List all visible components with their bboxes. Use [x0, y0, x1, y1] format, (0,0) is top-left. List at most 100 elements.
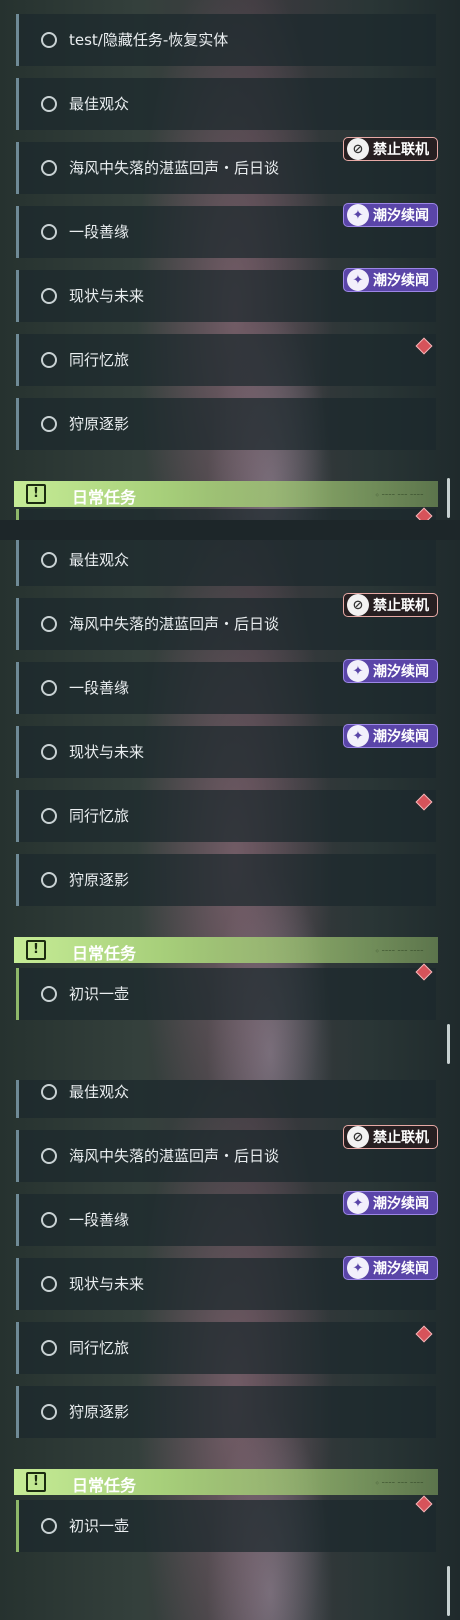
quest-row-hunt-shadow[interactable]: 狩原逐影	[16, 398, 436, 450]
daily-quests-title: 日常任务	[72, 944, 137, 963]
header-decoration: ◇ ━━━━ ━━━ ━━━━	[375, 948, 424, 953]
quest-panel-3: 最佳观众 海风中失落的湛蓝回声・后日谈 一段善缘 现状与未来 同行忆旅 狩原逐影…	[0, 1080, 460, 1620]
quest-status-circle-icon	[41, 1148, 57, 1164]
scrollbar-thumb[interactable]	[447, 1566, 450, 1616]
quest-status-circle-icon	[41, 1276, 57, 1292]
tide-story-label: 潮汐续闻	[373, 729, 429, 745]
no-multiplayer-tag: ⊘ 禁止联机	[343, 137, 438, 161]
quest-title: 海风中失落的湛蓝回声・后日谈	[69, 159, 280, 177]
quest-row-hunt-shadow[interactable]: 狩原逐影	[16, 1386, 436, 1438]
quest-status-circle-icon	[41, 352, 57, 368]
quest-title: 现状与未来	[69, 287, 145, 305]
tide-story-icon: ✦	[347, 1257, 369, 1279]
quest-row-best-audience[interactable]: 最佳观众	[16, 1080, 436, 1118]
no-multiplayer-label: 禁止联机	[373, 598, 429, 614]
quest-title: 一段善缘	[69, 679, 130, 697]
quest-row-travel-memory[interactable]: 同行忆旅	[16, 790, 436, 842]
quest-title: 同行忆旅	[69, 1339, 130, 1357]
quest-title: 最佳观众	[69, 1083, 130, 1101]
header-decoration: ◇ ━━━━ ━━━ ━━━━	[375, 492, 424, 497]
quest-status-circle-icon	[41, 1340, 57, 1356]
daily-quests-header[interactable]: ! 日常任务 ◇ ━━━━ ━━━ ━━━━	[14, 481, 438, 507]
tide-story-label: 潮汐续闻	[373, 1261, 429, 1277]
quest-status-circle-icon	[41, 96, 57, 112]
quest-row-first-pot[interactable]: 初识一壶	[16, 968, 436, 1020]
no-multiplayer-icon: ⊘	[347, 1126, 369, 1148]
quest-status-circle-icon	[41, 1084, 57, 1100]
quest-status-circle-icon	[41, 680, 57, 696]
no-multiplayer-label: 禁止联机	[373, 1130, 429, 1146]
quest-title: 海风中失落的湛蓝回声・后日谈	[69, 1147, 280, 1165]
quest-status-circle-icon	[41, 552, 57, 568]
quest-title: 一段善缘	[69, 223, 130, 241]
quest-status-circle-icon	[41, 160, 57, 176]
quest-status-circle-icon	[41, 616, 57, 632]
quest-row-travel-memory[interactable]: 同行忆旅	[16, 1322, 436, 1374]
tide-story-label: 潮汐续闻	[373, 273, 429, 289]
quest-status-circle-icon	[41, 224, 57, 240]
quest-title: 初识一壶	[69, 1517, 130, 1535]
quest-title: 狩原逐影	[69, 1403, 130, 1421]
quest-status-circle-icon	[41, 288, 57, 304]
tide-story-tag: ✦ 潮汐续闻	[343, 1191, 438, 1215]
quest-panel-2: 最佳观众 海风中失落的湛蓝回声・后日谈 一段善缘 现状与未来 同行忆旅 狩原逐影…	[0, 540, 460, 1080]
header-decoration: ◇ ━━━━ ━━━ ━━━━	[375, 1480, 424, 1485]
quest-row-best-audience[interactable]: 最佳观众	[16, 78, 436, 130]
quest-row-travel-memory[interactable]: 同行忆旅	[16, 334, 436, 386]
daily-quests-title: 日常任务	[72, 488, 137, 507]
no-multiplayer-label: 禁止联机	[373, 142, 429, 158]
quest-row-first-pot[interactable]: 初识一壶	[16, 1500, 436, 1552]
quest-title: 同行忆旅	[69, 807, 130, 825]
quest-status-circle-icon	[41, 1518, 57, 1534]
quest-title: 最佳观众	[69, 551, 130, 569]
quest-panel-1: test/隐藏任务-恢复实体 最佳观众 海风中失落的湛蓝回声・后日谈 一段善缘 …	[0, 0, 460, 520]
daily-quests-title: 日常任务	[72, 1476, 137, 1495]
tide-story-icon: ✦	[347, 725, 369, 747]
tide-story-tag: ✦ 潮汐续闻	[343, 1256, 438, 1280]
exclamation-icon: !	[14, 481, 58, 507]
tide-story-tag: ✦ 潮汐续闻	[343, 659, 438, 683]
quest-title: 同行忆旅	[69, 351, 130, 369]
tide-story-tag: ✦ 潮汐续闻	[343, 268, 438, 292]
quest-title: 狩原逐影	[69, 415, 130, 433]
quest-title: 初识一壶	[69, 985, 130, 1003]
quest-status-circle-icon	[41, 1404, 57, 1420]
quest-row-daily-partial[interactable]	[16, 509, 436, 520]
exclamation-icon: !	[14, 1469, 58, 1495]
no-multiplayer-icon: ⊘	[347, 594, 369, 616]
no-multiplayer-tag: ⊘ 禁止联机	[343, 593, 438, 617]
no-multiplayer-icon: ⊘	[347, 138, 369, 160]
quest-title: test/隐藏任务-恢复实体	[69, 31, 229, 49]
quest-title: 现状与未来	[69, 743, 145, 761]
quest-status-circle-icon	[41, 416, 57, 432]
tide-story-tag: ✦ 潮汐续闻	[343, 724, 438, 748]
tide-story-icon: ✦	[347, 1192, 369, 1214]
tide-story-label: 潮汐续闻	[373, 664, 429, 680]
quest-status-circle-icon	[41, 1212, 57, 1228]
tide-story-tag: ✦ 潮汐续闻	[343, 203, 438, 227]
quest-status-circle-icon	[41, 872, 57, 888]
daily-quests-header[interactable]: ! 日常任务 ◇ ━━━━ ━━━ ━━━━	[14, 1469, 438, 1495]
no-multiplayer-tag: ⊘ 禁止联机	[343, 1125, 438, 1149]
quest-status-circle-icon	[41, 744, 57, 760]
quest-row-hunt-shadow[interactable]: 狩原逐影	[16, 854, 436, 906]
quest-status-circle-icon	[41, 986, 57, 1002]
tide-story-icon: ✦	[347, 269, 369, 291]
quest-title: 一段善缘	[69, 1211, 130, 1229]
tide-story-label: 潮汐续闻	[373, 1196, 429, 1212]
quest-title: 海风中失落的湛蓝回声・后日谈	[69, 615, 280, 633]
tide-story-label: 潮汐续闻	[373, 208, 429, 224]
tide-story-icon: ✦	[347, 204, 369, 226]
tide-story-icon: ✦	[347, 660, 369, 682]
quest-title: 狩原逐影	[69, 871, 130, 889]
quest-status-circle-icon	[41, 808, 57, 824]
quest-title: 现状与未来	[69, 1275, 145, 1293]
scrollbar-thumb[interactable]	[447, 478, 450, 518]
exclamation-icon: !	[14, 937, 58, 963]
quest-row-restore[interactable]: test/隐藏任务-恢复实体	[16, 14, 436, 66]
quest-status-circle-icon	[41, 32, 57, 48]
quest-row-best-audience[interactable]: 最佳观众	[16, 540, 436, 586]
scrollbar-thumb[interactable]	[447, 1024, 450, 1064]
quest-title: 最佳观众	[69, 95, 130, 113]
daily-quests-header[interactable]: ! 日常任务 ◇ ━━━━ ━━━ ━━━━	[14, 937, 438, 963]
